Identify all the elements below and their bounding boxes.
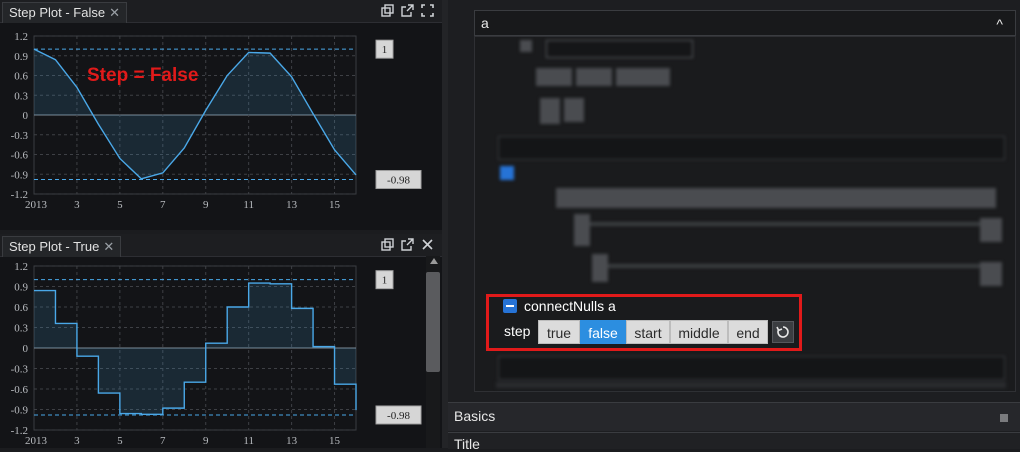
step-line-chart: 1.20.90.60.30-0.3-0.6-0.9-1.22013 3 5 7 9 11 1… bbox=[11, 261, 422, 447]
y-tick-label: 0.9 bbox=[14, 282, 28, 294]
line-chart: 1.20.90.60.30-0.3-0.6-0.9-1.22013 3 5 7 9 11 1… bbox=[11, 31, 422, 211]
connect-nulls-label: connectNulls a bbox=[524, 298, 616, 314]
blurred-select bbox=[498, 136, 1005, 160]
x-tick-label: 13 bbox=[286, 199, 298, 211]
close-icon[interactable] bbox=[421, 238, 434, 251]
x-tick-label: 7 bbox=[160, 435, 166, 447]
chart-panel-step-true: Step Plot - True ✕ 1.2 0.9 0.6 0.3 0 -0.3 -0.6 -… bbox=[0, 234, 442, 448]
x-tick-label: 2013 bbox=[25, 199, 48, 211]
inspector-panel: a ^ connectNulls a step true false start… bbox=[448, 0, 1020, 452]
y-tick-label: 0 bbox=[23, 343, 29, 355]
reset-icon bbox=[776, 326, 789, 338]
y-tick-label: 1.2 bbox=[14, 261, 28, 273]
step-option-start[interactable]: start bbox=[626, 320, 670, 344]
connect-nulls-checkbox[interactable] bbox=[503, 299, 517, 313]
y-tick-label: 0 bbox=[23, 110, 29, 122]
y-tick-label: 0.9 bbox=[14, 51, 28, 63]
tab-label: Step Plot - False bbox=[9, 5, 106, 20]
reference-value-label: 1 bbox=[382, 275, 388, 287]
external-link-icon[interactable] bbox=[401, 4, 414, 17]
x-tick-label: 7 bbox=[160, 199, 166, 211]
chart-panel-step-false: Step Plot - False ✕ 1.2 0.9 0.6 0.3 0 -0.3 -0.6… bbox=[0, 0, 442, 230]
external-link-icon[interactable] bbox=[401, 238, 414, 251]
popout-icon[interactable] bbox=[381, 238, 394, 251]
blurred-button bbox=[980, 262, 1002, 286]
section-title-label: Title bbox=[454, 436, 480, 452]
y-tick-label: -0.9 bbox=[11, 169, 29, 181]
blurred-button-row bbox=[556, 188, 996, 208]
popout-icon[interactable] bbox=[381, 4, 394, 17]
y-tick-label: 0.3 bbox=[14, 323, 28, 335]
y-tick-label: -0.6 bbox=[11, 150, 29, 162]
close-icon[interactable]: ✕ bbox=[109, 5, 120, 20]
blurred-swatch bbox=[540, 98, 560, 124]
x-tick-label: 11 bbox=[243, 435, 254, 447]
reference-value-label: -0.98 bbox=[387, 410, 410, 422]
chart-annotation: Step = False bbox=[87, 65, 199, 86]
step-option-true[interactable]: true bbox=[538, 320, 580, 344]
blurred-slider-thumb bbox=[574, 214, 590, 246]
reference-value-label: 1 bbox=[382, 44, 388, 56]
caret-up-icon[interactable]: ^ bbox=[996, 12, 1003, 36]
blurred-slider-thumb bbox=[592, 254, 608, 282]
section-basics-label: Basics bbox=[454, 408, 496, 424]
fullscreen-icon[interactable] bbox=[421, 4, 434, 17]
blurred-button bbox=[564, 98, 584, 122]
blurred-slider bbox=[594, 264, 994, 268]
tab-label: Step Plot - True bbox=[9, 239, 100, 254]
blurred-button bbox=[616, 68, 670, 86]
x-tick-label: 5 bbox=[117, 199, 123, 211]
scrollbar-thumb[interactable] bbox=[426, 272, 440, 372]
blurred-button bbox=[980, 218, 1002, 242]
tab-step-plot-false[interactable]: Step Plot - False ✕ bbox=[2, 2, 128, 23]
step-reset-button[interactable] bbox=[772, 321, 794, 343]
x-tick-label: 15 bbox=[329, 199, 341, 211]
tab-step-plot-true[interactable]: Step Plot - True ✕ bbox=[2, 236, 122, 257]
panel-window-controls bbox=[381, 238, 434, 251]
blurred-check bbox=[500, 166, 514, 180]
x-tick-label: 2013 bbox=[25, 435, 48, 447]
section-title[interactable]: Title bbox=[448, 432, 1020, 452]
step-label: step bbox=[504, 323, 531, 339]
y-tick-label: -0.9 bbox=[11, 405, 29, 417]
y-tick-label: 0.3 bbox=[14, 90, 28, 102]
x-tick-label: 15 bbox=[329, 435, 341, 447]
x-tick-label: 9 bbox=[203, 435, 209, 447]
x-tick-label: 3 bbox=[74, 199, 80, 211]
close-icon[interactable]: ✕ bbox=[103, 239, 114, 254]
expand-icon[interactable] bbox=[1000, 414, 1008, 422]
blurred-block bbox=[520, 40, 532, 52]
blurred-slider bbox=[574, 222, 994, 226]
panel-tabbar: Step Plot - True ✕ bbox=[0, 234, 442, 257]
x-tick-label: 13 bbox=[286, 435, 298, 447]
y-tick-label: 1.2 bbox=[14, 31, 28, 43]
panel-window-controls bbox=[381, 4, 434, 17]
blurred-input bbox=[546, 40, 693, 58]
y-tick-label: -0.3 bbox=[11, 130, 29, 142]
step-option-end[interactable]: end bbox=[728, 320, 768, 344]
y-tick-label: -0.3 bbox=[11, 364, 29, 376]
x-tick-label: 3 bbox=[74, 435, 80, 447]
blurred-bar bbox=[496, 382, 1006, 388]
x-tick-label: 9 bbox=[203, 199, 209, 211]
x-tick-label: 11 bbox=[243, 199, 254, 211]
y-tick-label: -0.6 bbox=[11, 384, 29, 396]
scroll-up-arrow[interactable] bbox=[430, 258, 438, 264]
step-option-false[interactable]: false bbox=[580, 320, 626, 344]
y-tick-label: 0.6 bbox=[14, 302, 28, 314]
blurred-button bbox=[536, 68, 572, 86]
accordion-label: a bbox=[481, 15, 489, 31]
blurred-select bbox=[498, 356, 1005, 380]
x-tick-label: 5 bbox=[117, 435, 123, 447]
reference-value-label: -0.98 bbox=[387, 175, 410, 187]
y-tick-label: 0.6 bbox=[14, 71, 28, 83]
panel-tabbar: Step Plot - False ✕ bbox=[0, 0, 442, 23]
section-basics[interactable]: Basics bbox=[448, 402, 1020, 431]
step-option-middle[interactable]: middle bbox=[670, 320, 728, 344]
accordion-series-a[interactable]: a ^ bbox=[474, 10, 1016, 36]
blurred-button bbox=[576, 68, 612, 86]
